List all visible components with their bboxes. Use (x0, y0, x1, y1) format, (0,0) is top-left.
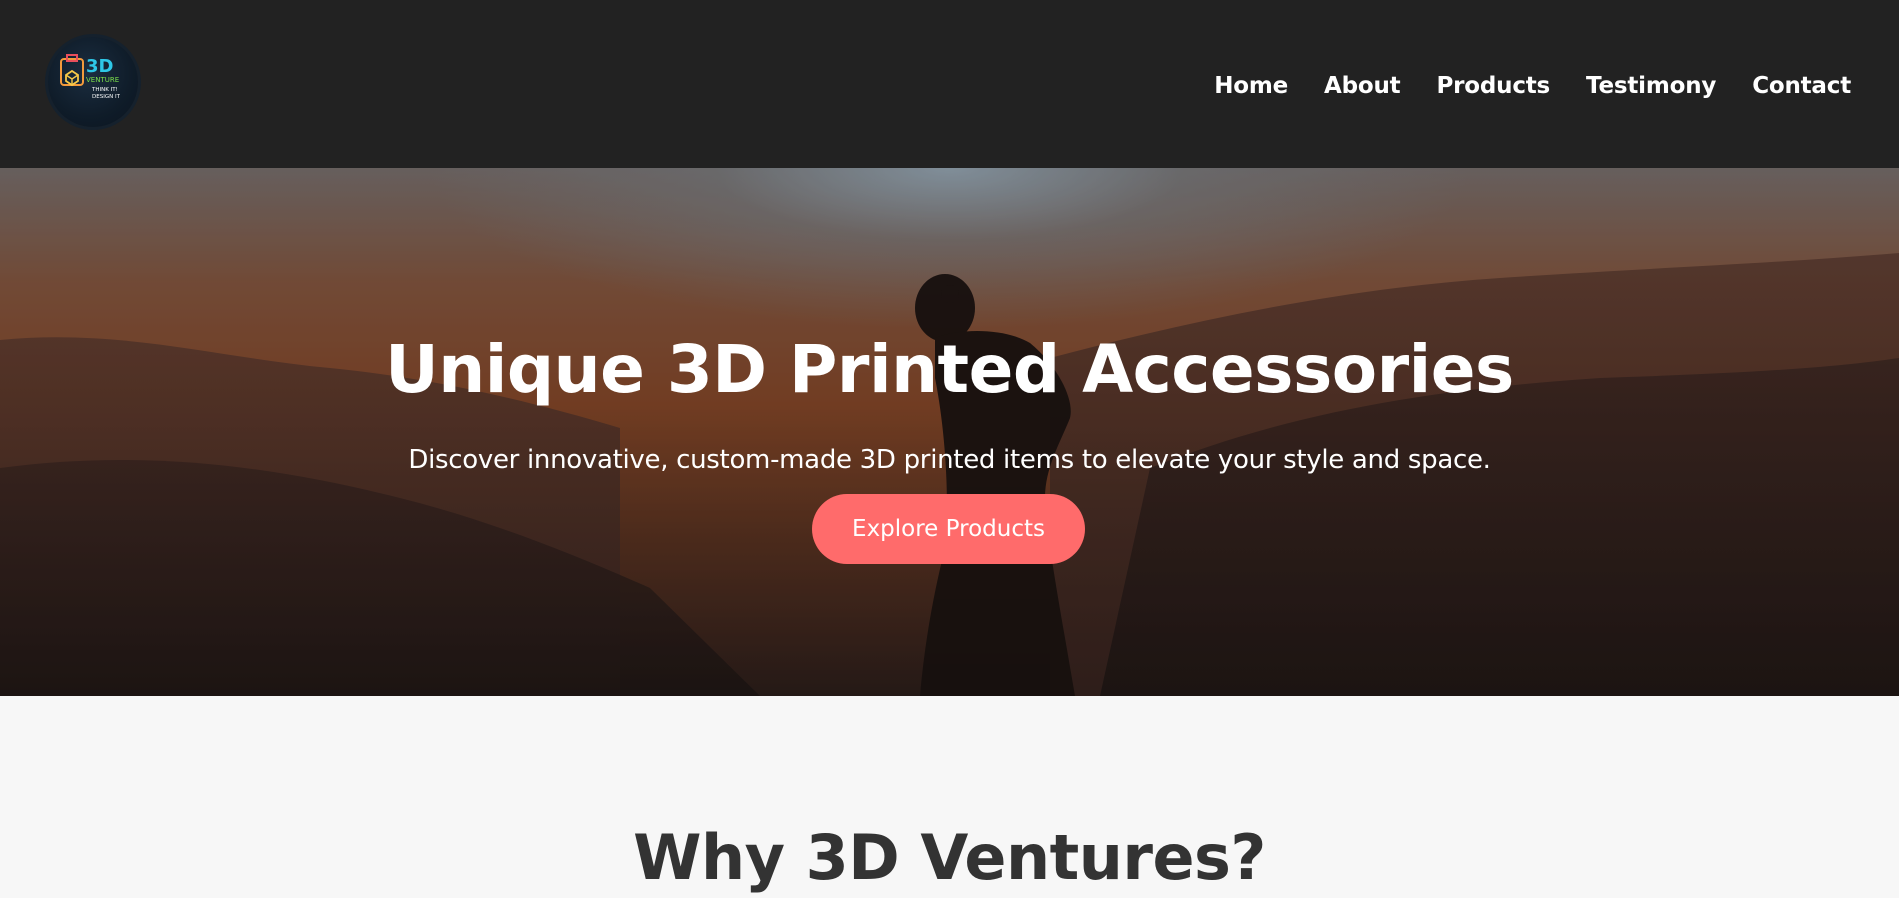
site-header: 3D VENTURE THINK IT! DESIGN IT Home Abou… (0, 0, 1899, 168)
logo-tagline-1: THINK IT! (91, 87, 118, 93)
hero-title: Unique 3D Printed Accessories (385, 331, 1514, 408)
nav-contact-link[interactable]: Contact (1752, 66, 1851, 106)
logo-tagline-2: DESIGN IT (92, 94, 121, 100)
hero-overlay (0, 168, 1899, 696)
main-nav: Home About Products Testimony Contact (1214, 66, 1851, 106)
brand-logo[interactable]: 3D VENTURE THINK IT! DESIGN IT (48, 37, 138, 127)
nav-home-link[interactable]: Home (1214, 66, 1288, 106)
nav-products-link[interactable]: Products (1436, 66, 1550, 106)
hero-subtitle: Discover innovative, custom-made 3D prin… (408, 445, 1491, 475)
nav-testimony-link[interactable]: Testimony (1586, 66, 1716, 106)
why-section-title: Why 3D Ventures? (633, 821, 1266, 894)
nav-about-link[interactable]: About (1324, 66, 1401, 106)
cube-logo-icon: 3D VENTURE THINK IT! DESIGN IT (60, 54, 121, 100)
hero-section: Unique 3D Printed Accessories Discover i… (0, 168, 1899, 696)
explore-products-button[interactable]: Explore Products (812, 494, 1085, 564)
logo-text: 3D (86, 56, 113, 77)
logo-sub: VENTURE (86, 76, 119, 84)
